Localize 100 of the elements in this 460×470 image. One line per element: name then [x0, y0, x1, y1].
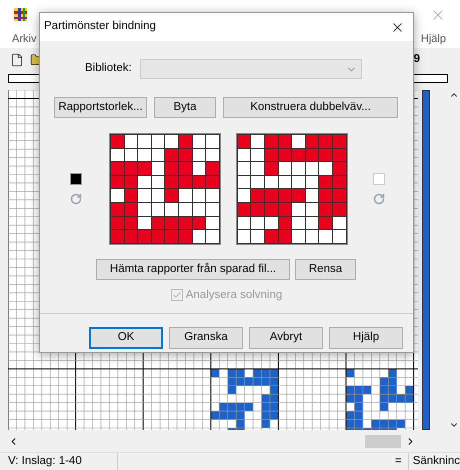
pattern-cell[interactable] — [192, 216, 206, 230]
pattern-cell[interactable] — [238, 176, 250, 188]
pattern-cell[interactable] — [165, 202, 178, 216]
dialog-button[interactable]: OK — [89, 327, 163, 349]
dialog-button[interactable]: Byta — [154, 97, 216, 118]
pattern-cell[interactable] — [319, 135, 332, 148]
pattern-cell[interactable] — [264, 230, 278, 243]
pattern-cell[interactable] — [178, 230, 192, 243]
color-swatch[interactable] — [372, 172, 384, 185]
pattern-cell[interactable] — [251, 230, 264, 243]
pattern-cell[interactable] — [192, 176, 206, 188]
pattern-cell[interactable] — [152, 162, 164, 175]
pattern-cell[interactable] — [332, 189, 346, 202]
pattern-cell[interactable] — [206, 176, 219, 188]
pattern-cell[interactable] — [178, 189, 192, 202]
pattern-cell[interactable] — [292, 230, 305, 243]
pattern-cell[interactable] — [152, 176, 164, 188]
pattern-cell[interactable] — [306, 189, 318, 202]
pattern-cell[interactable] — [238, 202, 250, 216]
pattern-cell[interactable] — [332, 230, 346, 243]
pattern-cell[interactable] — [165, 148, 178, 162]
pattern-cell[interactable] — [278, 230, 292, 243]
dialog-button[interactable]: Rapportstorlek... — [54, 97, 147, 118]
pattern-cell[interactable] — [251, 202, 264, 216]
pattern-cell[interactable] — [332, 162, 346, 175]
pattern-cell[interactable] — [111, 189, 124, 202]
pattern-cell[interactable] — [306, 148, 318, 162]
dialog-button[interactable]: Granska — [169, 327, 243, 349]
pattern-cell[interactable] — [138, 135, 151, 148]
pattern-cell[interactable] — [319, 216, 332, 230]
pattern-cell[interactable] — [206, 162, 219, 175]
scroll-thumb[interactable] — [365, 435, 401, 448]
pattern-cell[interactable] — [292, 148, 305, 162]
pattern-cell[interactable] — [165, 135, 178, 148]
pattern-cell[interactable] — [124, 230, 138, 243]
pattern-cell[interactable] — [278, 189, 292, 202]
pattern-cell[interactable] — [251, 162, 264, 175]
pattern-cell[interactable] — [111, 216, 124, 230]
dialog-button[interactable]: Hjälp — [329, 327, 403, 349]
pattern-cell[interactable] — [111, 230, 124, 243]
pattern-cell[interactable] — [332, 216, 346, 230]
rotate-icon[interactable] — [70, 192, 82, 205]
pattern-cell[interactable] — [251, 148, 264, 162]
pattern-cell[interactable] — [332, 135, 346, 148]
pattern-cell[interactable] — [238, 148, 250, 162]
pattern-cell[interactable] — [111, 202, 124, 216]
pattern-cell[interactable] — [251, 216, 264, 230]
dialog-button[interactable]: Konstruera dubbelväv... — [223, 97, 398, 118]
rotate-icon[interactable] — [372, 192, 384, 205]
pattern-cell[interactable] — [319, 176, 332, 188]
pattern-cell[interactable] — [292, 162, 305, 175]
pattern-cell[interactable] — [278, 148, 292, 162]
pattern-cell[interactable] — [124, 148, 138, 162]
pattern-cell[interactable] — [152, 148, 164, 162]
pattern-cell[interactable] — [251, 135, 264, 148]
pattern-cell[interactable] — [152, 202, 164, 216]
pattern-cell[interactable] — [319, 148, 332, 162]
pattern-cell[interactable] — [152, 230, 164, 243]
pattern-cell[interactable] — [192, 189, 206, 202]
color-swatch[interactable] — [70, 172, 82, 185]
pattern-cell[interactable] — [192, 148, 206, 162]
pattern-cell[interactable] — [306, 230, 318, 243]
pattern-cell[interactable] — [319, 230, 332, 243]
pattern-cell[interactable] — [206, 189, 219, 202]
pattern-cell[interactable] — [251, 189, 264, 202]
pattern-cell[interactable] — [238, 230, 250, 243]
pattern-cell[interactable] — [124, 202, 138, 216]
pattern-cell[interactable] — [138, 230, 151, 243]
pattern-cell[interactable] — [238, 189, 250, 202]
pattern-cell[interactable] — [306, 162, 318, 175]
pattern-cell[interactable] — [251, 176, 264, 188]
pattern-cell[interactable] — [238, 135, 250, 148]
pattern-cell[interactable] — [292, 216, 305, 230]
pattern-cell[interactable] — [206, 230, 219, 243]
pattern-cell[interactable] — [124, 189, 138, 202]
pattern-cell[interactable] — [178, 202, 192, 216]
pattern-cell[interactable] — [306, 202, 318, 216]
pattern-cell[interactable] — [238, 162, 250, 175]
pattern-cell[interactable] — [238, 216, 250, 230]
pattern-cell[interactable] — [264, 148, 278, 162]
pattern-cell[interactable] — [332, 148, 346, 162]
pattern-cell[interactable] — [111, 135, 124, 148]
pattern-cell[interactable] — [278, 216, 292, 230]
pattern-cell[interactable] — [306, 135, 318, 148]
pattern-cell[interactable] — [278, 202, 292, 216]
pattern-cell[interactable] — [165, 230, 178, 243]
pattern-cell[interactable] — [178, 162, 192, 175]
pattern-cell[interactable] — [292, 135, 305, 148]
pattern-cell[interactable] — [124, 176, 138, 188]
pattern-cell[interactable] — [264, 216, 278, 230]
pattern-cell[interactable] — [264, 189, 278, 202]
pattern-cell[interactable] — [292, 189, 305, 202]
pattern-cell[interactable] — [319, 189, 332, 202]
pattern-cell[interactable] — [292, 176, 305, 188]
pattern-cell[interactable] — [178, 135, 192, 148]
pattern-cell[interactable] — [138, 176, 151, 188]
pattern-cell[interactable] — [178, 176, 192, 188]
pattern-cell[interactable] — [152, 216, 164, 230]
pattern-cell[interactable] — [332, 202, 346, 216]
pattern-cell[interactable] — [138, 189, 151, 202]
